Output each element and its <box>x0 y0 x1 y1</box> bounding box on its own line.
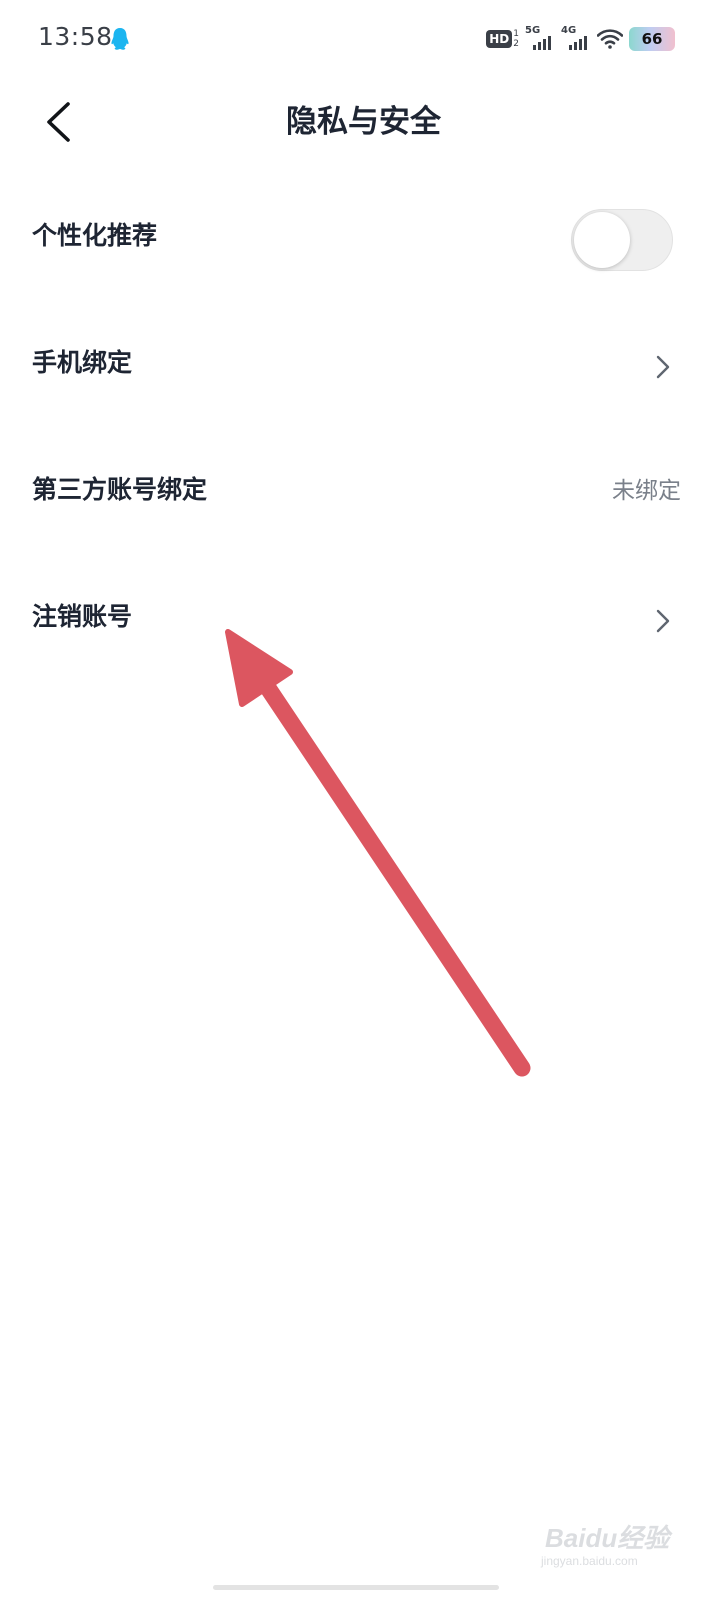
watermark-sub: jingyan.baidu.com <box>541 1554 638 1568</box>
toggle-knob <box>574 212 630 268</box>
battery-level: 66 <box>641 30 663 48</box>
chevron-right-icon <box>656 609 670 633</box>
setting-row-personalized-recommendation[interactable]: 个性化推荐 <box>0 176 727 303</box>
hd-sim-bottom: 2 <box>513 39 519 49</box>
baidu-jingyan-watermark: Baidu经验 jingyan.baidu.com <box>537 1508 677 1578</box>
personalized-recommendation-toggle[interactable] <box>571 209 673 271</box>
setting-label: 个性化推荐 <box>32 221 158 250</box>
chevron-right-icon <box>656 355 670 379</box>
qq-penguin-icon <box>111 28 129 50</box>
status-bar: 13:58 HD 1 2 5G 4G 66 <box>0 0 727 78</box>
setting-label: 注销账号 <box>32 602 133 631</box>
wifi-icon <box>597 29 623 49</box>
signal-5g-icon: 5G <box>525 26 555 52</box>
setting-label: 手机绑定 <box>32 348 133 377</box>
setting-row-third-party-binding[interactable]: 第三方账号绑定 未绑定 <box>0 430 727 557</box>
battery-icon: 66 <box>629 27 675 51</box>
status-time: 13:58 <box>38 22 113 51</box>
binding-status: 未绑定 <box>612 478 681 504</box>
signal-2-label: 4G <box>561 25 577 36</box>
signal-4g-icon: 4G <box>561 26 591 52</box>
navbar: 隐私与安全 <box>0 80 727 164</box>
hd-sim-top: 1 <box>513 29 519 39</box>
setting-label: 第三方账号绑定 <box>32 475 208 504</box>
setting-row-delete-account[interactable]: 注销账号 <box>0 557 727 684</box>
settings-list: 个性化推荐 手机绑定 第三方账号绑定 未绑定 注销账号 <box>0 176 727 684</box>
hd-label: HD <box>486 30 513 48</box>
page-title: 隐私与安全 <box>286 104 441 140</box>
signal-1-label: 5G <box>525 25 541 36</box>
setting-row-phone-binding[interactable]: 手机绑定 <box>0 303 727 430</box>
status-icons: HD 1 2 5G 4G 66 <box>486 26 675 52</box>
home-indicator[interactable] <box>213 1585 499 1590</box>
watermark-brand: Baidu经验 <box>545 1523 670 1553</box>
hd-voice-icon: HD 1 2 <box>486 29 519 49</box>
